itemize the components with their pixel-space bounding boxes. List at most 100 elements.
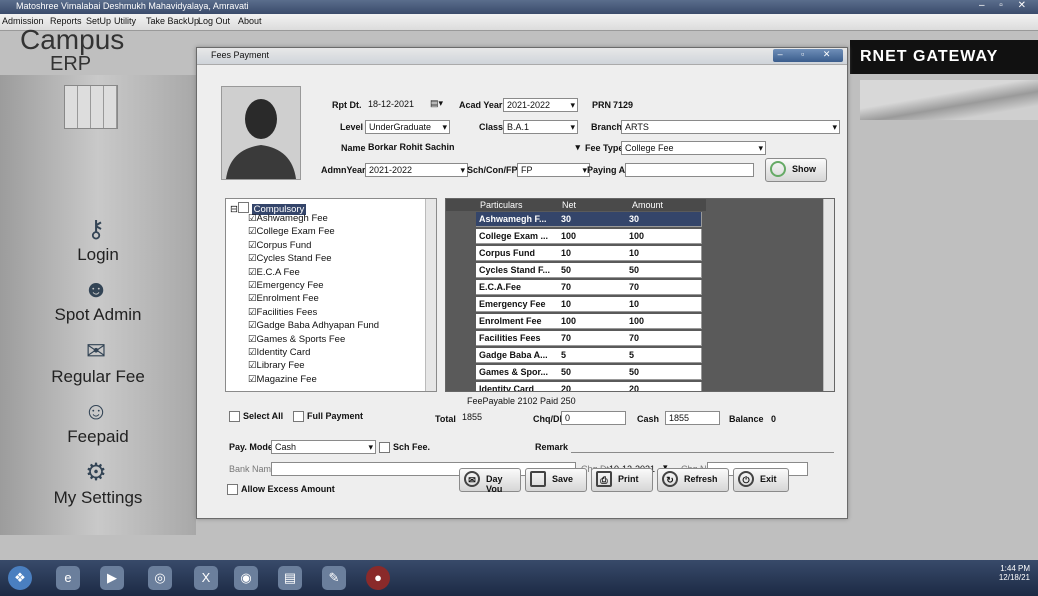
tree-item[interactable]: ☑College Exam Fee bbox=[248, 226, 335, 237]
sch-fee-checkbox[interactable] bbox=[379, 442, 390, 453]
menu-take-backup[interactable]: Take BackUp bbox=[146, 16, 199, 26]
select-all-label: Select All bbox=[243, 411, 284, 421]
chq-dd-field[interactable]: 0 bbox=[561, 411, 626, 425]
fees-payment-window: Fees Payment – ▫ ✕ Rpt Dt. 18-12-2021 ▤▾… bbox=[196, 47, 848, 519]
allow-excess-label: Allow Excess Amount bbox=[241, 484, 335, 494]
menu-about[interactable]: About bbox=[238, 16, 262, 26]
checkbox-icon[interactable]: ☑ bbox=[248, 360, 257, 371]
table-cell: 10 bbox=[558, 246, 628, 261]
table-cell: E.C.A.Fee bbox=[476, 280, 560, 295]
exit-button[interactable]: ⏻ Exit bbox=[733, 468, 789, 492]
grid-logo-icon bbox=[64, 85, 118, 129]
tree-item[interactable]: ☑Facilities Fees bbox=[248, 307, 317, 318]
save-button[interactable]: Save bbox=[525, 468, 587, 492]
col-net[interactable]: Net bbox=[562, 200, 576, 210]
remark-input[interactable] bbox=[571, 440, 834, 453]
checkbox-icon[interactable]: ☑ bbox=[248, 347, 257, 358]
pay-mode-select[interactable]: Cash bbox=[271, 440, 376, 454]
cash-field[interactable]: 1855 bbox=[665, 411, 720, 425]
tree-item[interactable]: ☑Ashwamegh Fee bbox=[248, 213, 328, 224]
grid-scrollbar[interactable] bbox=[823, 199, 834, 391]
users-icon: ☻ bbox=[83, 276, 109, 303]
table-cell: Ashwamegh F... bbox=[476, 212, 560, 227]
tree-item-label: Magazine Fee bbox=[256, 373, 317, 385]
tree-item[interactable]: ☑Games & Sports Fee bbox=[248, 334, 345, 345]
nav-regular-fee[interactable]: ✉ Regular Fee bbox=[0, 337, 196, 395]
tree-item[interactable]: ☑Magazine Fee bbox=[248, 374, 317, 385]
checkbox-icon[interactable]: ☑ bbox=[248, 213, 257, 224]
table-cell: 30 bbox=[558, 212, 628, 227]
student-name-select[interactable]: Borkar Rohit Sachin bbox=[365, 141, 582, 153]
power-icon: ⏻ bbox=[738, 471, 754, 487]
app-icon[interactable]: ◉ bbox=[234, 566, 258, 590]
show-button[interactable]: Show bbox=[765, 158, 827, 182]
expand-icon[interactable]: ⊟ bbox=[230, 204, 238, 215]
checkbox-icon[interactable]: ☑ bbox=[248, 253, 257, 264]
nav-feepaid[interactable]: ☺ Feepaid bbox=[0, 397, 196, 455]
checkbox-icon[interactable]: ☑ bbox=[248, 280, 257, 291]
select-all-checkbox[interactable] bbox=[229, 411, 240, 422]
window-controls[interactable]: – ▫ ✕ bbox=[773, 49, 843, 62]
col-amount[interactable]: Amount bbox=[632, 200, 663, 210]
tree-item[interactable]: ☑Gadge Baba Adhyapan Fund bbox=[248, 320, 379, 331]
paint-icon[interactable]: ✎ bbox=[322, 566, 346, 590]
admn-year-select[interactable]: 2021-2022 bbox=[365, 163, 468, 177]
tree-item[interactable]: ☑Corpus Fund bbox=[248, 240, 311, 251]
menu-logout[interactable]: Log Out bbox=[198, 16, 230, 26]
checkbox-icon[interactable]: ☑ bbox=[248, 267, 257, 278]
nav-my-settings[interactable]: ⚙ My Settings bbox=[0, 458, 196, 516]
branch-select[interactable]: ARTS bbox=[621, 120, 840, 134]
checkbox-icon[interactable]: ☑ bbox=[248, 320, 257, 331]
tree-item[interactable]: ☑E.C.A Fee bbox=[248, 267, 300, 278]
rpt-dt-field[interactable]: 18-12-2021 bbox=[365, 98, 430, 110]
checkbox-icon[interactable]: ☑ bbox=[248, 374, 257, 385]
chrome-icon[interactable]: ◎ bbox=[148, 566, 172, 590]
tree-scrollbar[interactable] bbox=[425, 199, 436, 391]
refresh-icon: ↻ bbox=[662, 471, 678, 487]
fee-type-select[interactable]: College Fee bbox=[621, 141, 766, 155]
excel-icon[interactable]: X bbox=[194, 566, 218, 590]
acad-year-select[interactable]: 2021-2022 bbox=[503, 98, 578, 112]
folder-icon[interactable]: ▤ bbox=[278, 566, 302, 590]
table-cell: Emergency Fee bbox=[476, 297, 560, 312]
class-label: Class bbox=[479, 122, 504, 132]
media-icon[interactable]: ▶ bbox=[100, 566, 124, 590]
full-payment-checkbox[interactable] bbox=[293, 411, 304, 422]
checkbox-icon[interactable]: ☑ bbox=[248, 293, 257, 304]
checkbox-icon[interactable]: ☑ bbox=[248, 334, 257, 345]
col-particulars[interactable]: Particulars bbox=[480, 200, 523, 210]
nav-login[interactable]: ⚷ Login bbox=[0, 215, 196, 273]
tree-item[interactable]: ☑Emergency Fee bbox=[248, 280, 324, 291]
tree-item-label: Gadge Baba Adhyapan Fund bbox=[256, 320, 380, 332]
checkbox-icon[interactable]: ☑ bbox=[248, 226, 257, 237]
start-icon[interactable]: ❖ bbox=[8, 566, 32, 590]
refresh-button[interactable]: ↻ Refresh bbox=[657, 468, 729, 492]
nav-spot-admin[interactable]: ☻ Spot Admin bbox=[0, 275, 196, 333]
day-vou-button[interactable]: ✉ Day Vou bbox=[459, 468, 521, 494]
print-button[interactable]: ⎙ Print bbox=[591, 468, 653, 492]
browser-icon[interactable]: e bbox=[56, 566, 80, 590]
sch-con-select[interactable]: FP bbox=[517, 163, 590, 177]
paying-amt-input[interactable] bbox=[625, 163, 754, 177]
tree-item[interactable]: ☑Identity Card bbox=[248, 347, 310, 358]
class-select[interactable]: B.A.1 bbox=[503, 120, 578, 134]
allow-excess-checkbox[interactable] bbox=[227, 484, 238, 495]
calendar-dropdown-icon[interactable]: ▤▾ bbox=[430, 98, 443, 109]
tree-root[interactable]: ⊟ Compulsory bbox=[230, 201, 307, 215]
table-cell: 10 bbox=[626, 297, 702, 312]
checkbox-icon[interactable]: ☑ bbox=[248, 240, 257, 251]
show-button-label: Show bbox=[792, 164, 816, 174]
tree-item[interactable]: ☑Cycles Stand Fee bbox=[248, 253, 332, 264]
app-window-controls[interactable]: – ▫ ✕ bbox=[979, 0, 1032, 11]
erp-icon[interactable]: ● bbox=[366, 566, 390, 590]
sch-con-label: Sch/Con/FP bbox=[467, 165, 518, 175]
tree-item[interactable]: ☑Library Fee bbox=[248, 360, 305, 371]
table-cell: Gadge Baba A... bbox=[476, 348, 560, 363]
tree-item[interactable]: ☑Enrolment Fee bbox=[248, 293, 319, 304]
table-cell: 5 bbox=[558, 348, 628, 363]
system-tray[interactable]: 1:44 PM 12/18/21 bbox=[999, 564, 1030, 582]
refresh-label: Refresh bbox=[684, 474, 718, 484]
root-checkbox[interactable] bbox=[237, 202, 249, 213]
level-select[interactable]: UnderGraduate bbox=[365, 120, 450, 134]
checkbox-icon[interactable]: ☑ bbox=[248, 307, 257, 318]
